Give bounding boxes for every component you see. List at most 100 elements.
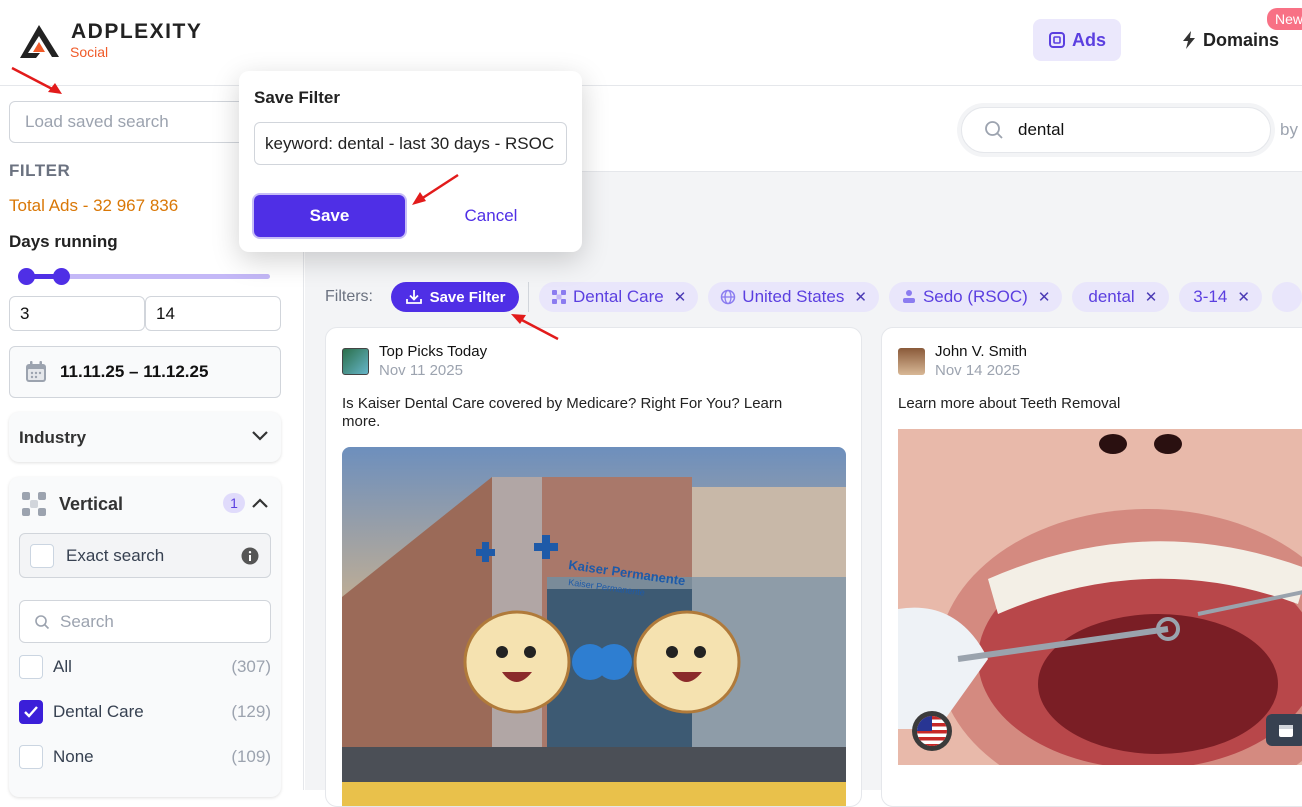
close-icon[interactable]: ✕ [1038, 288, 1051, 306]
chip-label: 3-14 [1193, 287, 1228, 306]
ad-image[interactable]: Kaiser Permanente Kaiser Permanente [342, 447, 846, 806]
days-running-slider[interactable] [18, 268, 270, 285]
exact-search-toggle[interactable]: Exact search [19, 533, 271, 578]
vertical-option-none[interactable]: None (109) [19, 744, 271, 770]
globe-icon [721, 289, 736, 305]
vertical-option-dental-care[interactable]: Dental Care (129) [19, 699, 271, 725]
date-range-value: 11.11.25 – 11.12.25 [60, 362, 209, 381]
filter-heading: FILTER [9, 161, 71, 180]
ad-date: Nov 14 2025 [935, 362, 1021, 379]
advertiser-name[interactable]: John V. Smith [935, 343, 1027, 360]
search-icon [985, 121, 1003, 139]
ad-card[interactable]: Top Picks Today Nov 11 2025 Is Kaiser De… [325, 327, 862, 807]
date-range-picker[interactable]: 11.11.25 – 11.12.25 [9, 346, 281, 398]
search-icon [35, 614, 50, 629]
save-filter-dialog: Save Filter keyword: dental - last 30 da… [239, 71, 582, 252]
days-max-input[interactable]: 14 [145, 296, 281, 331]
ads-icon [1048, 32, 1065, 48]
ad-text: Is Kaiser Dental Care covered by Medicar… [342, 395, 783, 430]
vertical-label: Vertical [59, 494, 124, 514]
chevron-down-icon[interactable] [250, 429, 270, 443]
info-icon[interactable] [241, 547, 259, 565]
option-count: (129) [231, 702, 271, 721]
lightning-icon [1182, 31, 1195, 49]
calendar-badge-icon [1266, 714, 1302, 746]
logo-name: ADPLEXITY [71, 20, 203, 43]
option-label: All [53, 657, 72, 676]
advertiser-avatar [342, 348, 369, 375]
saved-search-input[interactable]: Load saved search [9, 101, 249, 143]
us-flag-icon [912, 711, 952, 751]
open-mouth-image [898, 429, 1302, 765]
logo-sub: Social [70, 44, 109, 60]
dialog-cancel-button[interactable]: Cancel [429, 195, 553, 237]
industry-label: Industry [19, 428, 87, 447]
filters-label: Filters: [325, 288, 373, 305]
chip-sedo-rsoc[interactable]: Sedo (RSOC) ✕ [888, 282, 1063, 312]
chip-keyword-dental[interactable]: dental ✕ [1072, 282, 1170, 312]
nav-ads-label: Ads [1071, 29, 1106, 50]
chip-label: United States [742, 287, 845, 306]
days-min-input[interactable]: 3 [9, 296, 145, 331]
vertical-option-all[interactable]: All (307) [19, 654, 271, 680]
close-icon[interactable]: ✕ [674, 288, 687, 306]
chip-label: Sedo (RSOC) [922, 287, 1028, 306]
adplexity-logo-icon [20, 25, 59, 58]
days-min-value: 3 [20, 303, 30, 323]
download-icon [405, 290, 422, 304]
filters-divider [528, 282, 529, 312]
network-icon [902, 290, 915, 303]
calendar-icon [26, 361, 46, 382]
new-badge: New [1267, 8, 1302, 30]
slider-handle-min[interactable] [18, 268, 35, 285]
vertical-icon [22, 492, 46, 516]
vertical-search-input[interactable]: Search [19, 600, 271, 643]
option-label: Dental Care [53, 702, 144, 721]
exact-search-checkbox[interactable] [30, 543, 54, 568]
chip-label: dental [1088, 287, 1135, 306]
option-checkbox-checked[interactable] [19, 700, 43, 724]
option-label: None [53, 747, 94, 766]
dialog-save-button[interactable]: Save [254, 195, 405, 237]
close-icon[interactable]: ✕ [1237, 288, 1250, 306]
ad-date: Nov 11 2025 [379, 362, 463, 379]
saved-search-placeholder: Load saved search [25, 112, 169, 131]
dialog-save-label: Save [309, 206, 350, 225]
close-icon[interactable]: ✕ [854, 288, 867, 306]
vertical-panel: Vertical 1 Exact search Search All (307)… [9, 477, 281, 797]
ad-image[interactable] [898, 429, 1302, 765]
advertiser-avatar [898, 348, 925, 375]
exact-search-label: Exact search [66, 545, 165, 565]
total-ads: Total Ads - 32 967 836 [9, 196, 179, 215]
slider-handle-max[interactable] [53, 268, 70, 285]
logo[interactable]: ADPLEXITY Social [18, 20, 218, 64]
keyword-search-value: dental [1018, 120, 1065, 139]
top-header: ADPLEXITY Social Ads Domains New [0, 0, 1302, 86]
filter-name-value: keyword: dental - last 30 days - RSOC [265, 133, 555, 153]
chip-dental-care[interactable]: Dental Care ✕ [539, 282, 699, 312]
chip-united-states[interactable]: United States ✕ [708, 282, 879, 312]
option-checkbox[interactable] [19, 745, 43, 769]
nav-ads-button[interactable]: Ads [1033, 19, 1121, 61]
chip-more[interactable] [1271, 282, 1302, 312]
option-checkbox[interactable] [19, 655, 43, 679]
chip-days-range[interactable]: 3-14 ✕ [1179, 282, 1262, 312]
chevron-up-icon[interactable] [250, 496, 270, 510]
save-filter-label: Save Filter [429, 288, 506, 306]
option-count: (109) [231, 747, 271, 766]
vertical-search-placeholder: Search [60, 611, 114, 631]
vertical-count-badge: 1 [223, 493, 245, 513]
days-max-value: 14 [156, 303, 175, 323]
chip-label: Dental Care [573, 287, 664, 306]
vertical-icon [552, 290, 566, 304]
keyword-search-input[interactable]: dental [961, 107, 1271, 153]
ad-card[interactable]: John V. Smith Nov 14 2025 Learn more abo… [881, 327, 1302, 807]
industry-panel[interactable]: Industry [9, 412, 281, 462]
save-filter-button[interactable]: Save Filter [391, 282, 519, 312]
close-icon[interactable]: ✕ [1145, 288, 1158, 306]
ad-text: Learn more about Teeth Removal [898, 395, 1121, 412]
filter-name-input[interactable]: keyword: dental - last 30 days - RSOC [254, 122, 567, 165]
advertiser-name[interactable]: Top Picks Today [379, 343, 487, 360]
dental-clinic-image: Kaiser Permanente Kaiser Permanente [342, 447, 846, 806]
dialog-cancel-label: Cancel [464, 206, 518, 225]
